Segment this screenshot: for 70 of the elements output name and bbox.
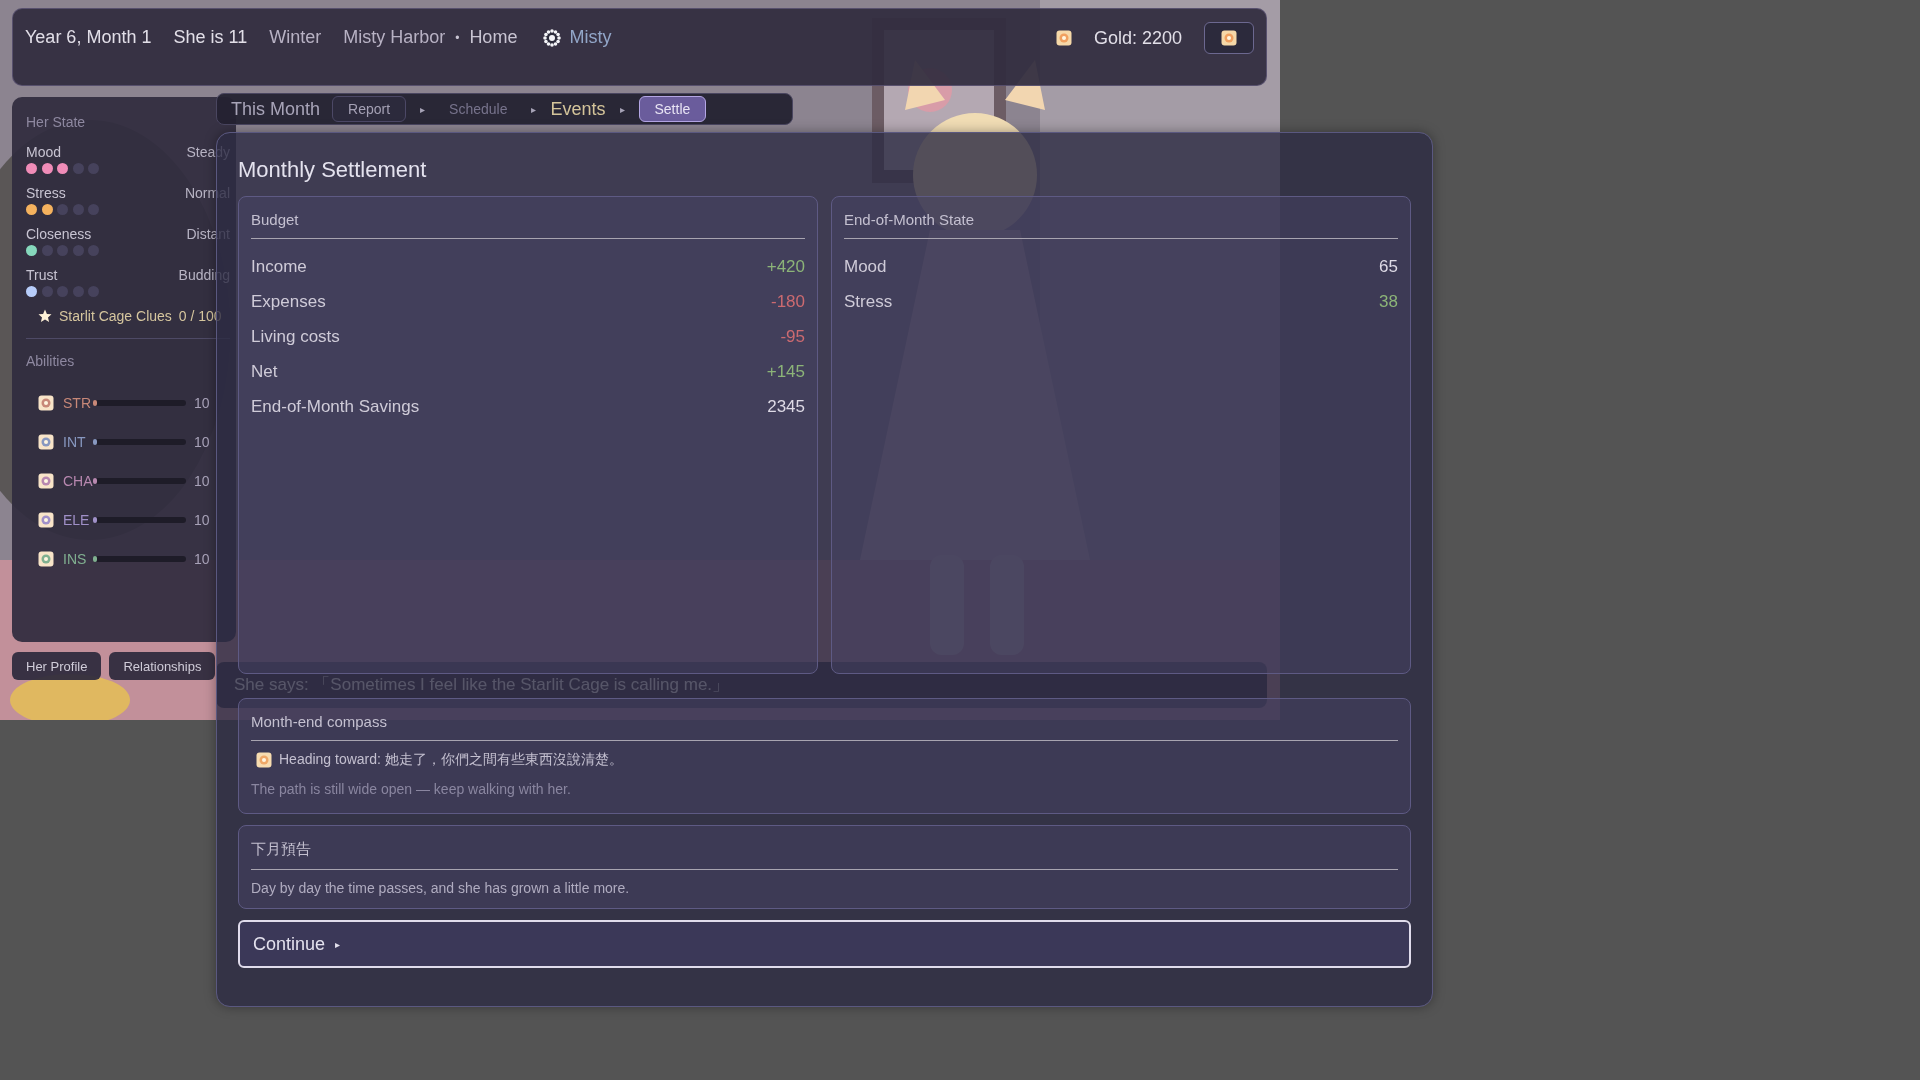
row-label: Stress xyxy=(844,291,893,312)
stat-label: Mood xyxy=(26,144,62,160)
step-bar-title: This Month xyxy=(231,98,321,120)
panel-button[interactable]: Her Profile xyxy=(12,652,102,680)
forecast-text: Day by day the time passes, and she has grown a little more. xyxy=(251,880,631,896)
age-label: She is 11 xyxy=(173,27,248,48)
arrow-icon: ▸ xyxy=(335,938,341,950)
ability-label: INS xyxy=(63,550,88,567)
ability-label: CHA xyxy=(63,472,93,489)
row-value: -180 xyxy=(770,291,805,312)
section-title: Her State xyxy=(26,114,87,130)
card-title: Month-end compass xyxy=(251,713,1398,741)
row-label: Living costs xyxy=(251,326,340,347)
emblem-icon xyxy=(38,511,54,528)
row-label: End-of-Month Savings xyxy=(251,396,420,417)
season-label: Winter xyxy=(269,27,322,48)
emblem-icon xyxy=(38,394,54,411)
clue-label: Starlit Cage Clues xyxy=(59,308,172,324)
arrow-icon: ▸ xyxy=(531,103,537,115)
heading-text: Heading toward: 她走了，你們之間有些東西沒說清楚。 xyxy=(279,751,623,769)
step-tab[interactable]: Settle xyxy=(638,96,707,122)
ability-value: 10 xyxy=(194,511,210,528)
emblem-icon xyxy=(1221,30,1237,46)
row-label: Mood xyxy=(844,256,887,277)
emblem-icon xyxy=(38,433,54,450)
step-tab[interactable]: Events xyxy=(550,98,606,120)
row-value: -95 xyxy=(780,326,805,347)
section-title: Abilities xyxy=(26,353,76,369)
row-value: 65 xyxy=(1379,256,1398,277)
row-value: +145 xyxy=(766,361,805,382)
row-label: Expenses xyxy=(251,291,326,312)
continue-button[interactable]: Continue ▸ xyxy=(238,920,1411,968)
date-label: Year 6, Month 1 xyxy=(25,27,152,48)
ability-label: STR xyxy=(63,394,92,411)
location-label: Misty Harbor xyxy=(343,27,446,48)
emblem-icon xyxy=(38,550,54,567)
note-text: The path is still wide open — keep walking with her. xyxy=(251,781,572,799)
emblem-icon xyxy=(38,472,54,489)
arrow-icon: ▸ xyxy=(619,103,625,115)
star-icon xyxy=(38,309,52,323)
emblem-icon xyxy=(256,752,272,768)
card-title: End-of-Month State xyxy=(844,211,1398,239)
card-title: 下月預告 xyxy=(251,840,1398,870)
character-name: Misty xyxy=(569,27,612,48)
card-title: Budget xyxy=(251,211,805,239)
emblem-button[interactable] xyxy=(1204,22,1254,54)
step-tab[interactable]: Report xyxy=(332,96,407,122)
row-value: 2345 xyxy=(767,396,805,417)
ability-label: ELE xyxy=(63,511,91,528)
row-label: Income xyxy=(251,256,307,277)
ability-value: 10 xyxy=(194,433,210,450)
ability-label: INT xyxy=(63,433,87,450)
stat-label: Stress xyxy=(26,185,66,201)
place-label: Home xyxy=(469,27,518,48)
flower-icon xyxy=(543,28,562,47)
arrow-icon: ▸ xyxy=(420,103,426,115)
panel-button[interactable]: Relationships xyxy=(109,652,216,680)
row-label: Net xyxy=(251,361,278,382)
stat-label: Trust xyxy=(26,267,58,283)
row-value: 38 xyxy=(1379,291,1398,312)
separator-dot: • xyxy=(455,30,460,45)
dialog-title: Monthly Settlement xyxy=(238,157,428,183)
emblem-icon xyxy=(1055,30,1072,46)
row-value: +420 xyxy=(766,256,805,277)
clue-count: 0 / 100 xyxy=(178,308,222,324)
ability-value: 10 xyxy=(194,394,210,411)
ability-value: 10 xyxy=(194,472,210,489)
stat-label: Closeness xyxy=(26,226,92,242)
ability-value: 10 xyxy=(194,550,210,567)
currency-label: Gold: 2200 xyxy=(1093,27,1182,49)
